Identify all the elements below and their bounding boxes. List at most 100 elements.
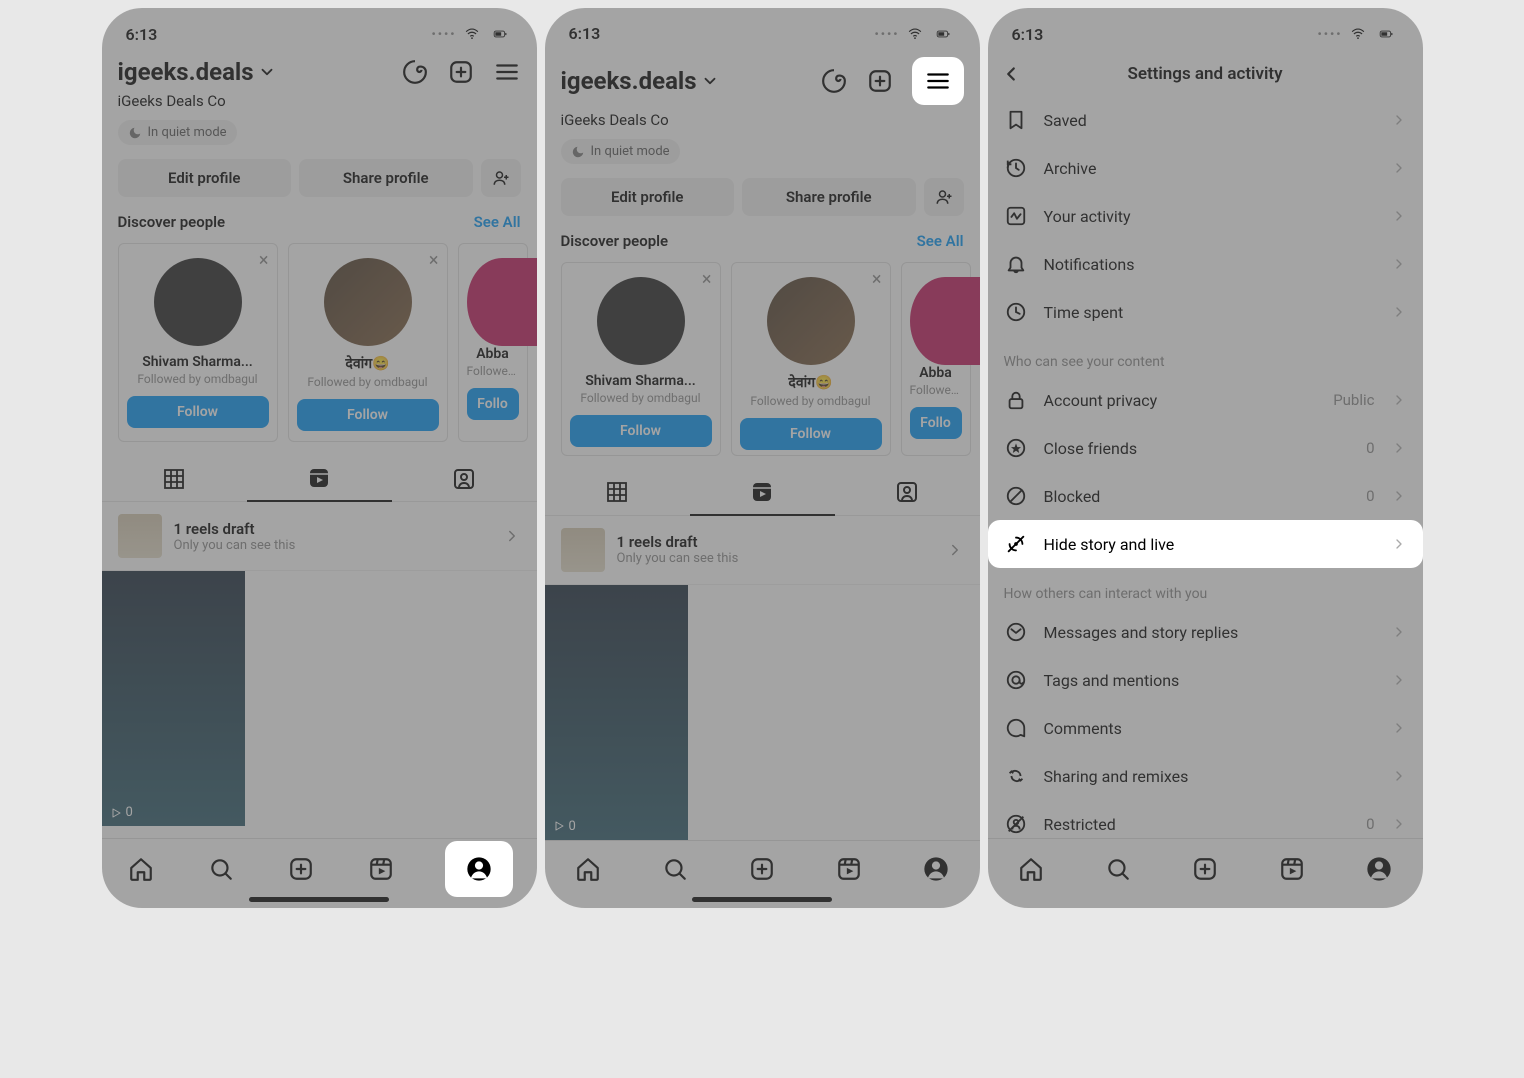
nav-create[interactable] [746, 853, 778, 885]
nav-search[interactable] [659, 853, 691, 885]
draft-title: 1 reels draft [174, 520, 296, 538]
close-icon[interactable]: × [702, 269, 712, 290]
settings-item-time-spent[interactable]: Time spent [988, 288, 1423, 336]
play-icon [110, 807, 122, 819]
nav-reels[interactable] [365, 853, 397, 885]
person-card[interactable]: × देवांग😄 Followed by omdbagul Follow [731, 262, 891, 455]
settings-item-close-friends[interactable]: Close friends0 [988, 424, 1423, 472]
settings-item-label: Restricted [1044, 815, 1351, 834]
nav-create[interactable] [285, 853, 317, 885]
nav-profile[interactable] [920, 853, 952, 885]
person-card[interactable]: × Shivam Sharma... Followed by omdbagul … [118, 243, 278, 442]
people-scroller[interactable]: × Shivam Sharma... Followed by omdbagul … [102, 237, 537, 442]
threads-icon[interactable] [820, 67, 848, 95]
person-card[interactable]: Abba Followed by omdba Follo [458, 243, 528, 442]
settings-item-restricted[interactable]: Restricted0 [988, 800, 1423, 838]
nav-reels[interactable] [1276, 853, 1308, 885]
chevron-right-icon [1391, 720, 1407, 736]
search-icon [208, 856, 234, 882]
share-profile-button[interactable]: Share profile [299, 159, 473, 197]
reel-item[interactable]: 0 [102, 571, 245, 826]
nav-home[interactable] [125, 853, 157, 885]
follow-button[interactable]: Follo [910, 407, 962, 439]
nav-home[interactable] [1015, 853, 1047, 885]
hamburger-icon [925, 68, 951, 94]
tab-grid[interactable] [102, 456, 247, 502]
status-time: 6:13 [126, 25, 158, 44]
tab-tagged[interactable] [835, 470, 980, 516]
tab-reels[interactable] [247, 456, 392, 502]
content-tabs [545, 470, 980, 516]
display-name: iGeeks Deals Co [561, 111, 964, 129]
nav-create[interactable] [1189, 853, 1221, 885]
nav-profile[interactable] [445, 841, 513, 897]
follow-button[interactable]: Follow [570, 415, 712, 447]
people-scroller[interactable]: × Shivam Sharma... Followed by omdbagul … [545, 256, 980, 455]
settings-item-blocked[interactable]: Blocked0 [988, 472, 1423, 520]
settings-item-label: Sharing and remixes [1044, 767, 1375, 786]
edit-profile-button[interactable]: Edit profile [561, 178, 735, 216]
settings-item-sharing-and-remixes[interactable]: Sharing and remixes [988, 752, 1423, 800]
follow-button[interactable]: Follo [467, 388, 519, 420]
back-button[interactable] [1000, 63, 1022, 85]
person-card[interactable]: × देवांग😄 Followed by omdbagul Follow [288, 243, 448, 442]
quiet-mode-chip[interactable]: In quiet mode [118, 120, 237, 145]
close-icon[interactable]: × [259, 250, 269, 271]
tab-grid[interactable] [545, 470, 690, 516]
username-switcher[interactable]: igeeks.deals [561, 67, 719, 95]
settings-item-tags-and-mentions[interactable]: Tags and mentions [988, 656, 1423, 704]
person-card[interactable]: × Shivam Sharma... Followed by omdbagul … [561, 262, 721, 455]
section-header: How others can interact with you [988, 568, 1423, 608]
menu-button[interactable] [493, 58, 521, 86]
draft-thumbnail [561, 528, 605, 572]
follow-button[interactable]: Follow [740, 418, 882, 450]
quiet-mode-chip[interactable]: In quiet mode [561, 139, 680, 164]
settings-item-hide-story-and-live[interactable]: Hide story and live [988, 520, 1423, 568]
search-icon [1105, 856, 1131, 882]
edit-profile-button[interactable]: Edit profile [118, 159, 292, 197]
nav-search[interactable] [205, 853, 237, 885]
chevron-right-icon [946, 541, 964, 559]
wifi-icon [463, 27, 481, 41]
nav-reels[interactable] [833, 853, 865, 885]
drafts-row[interactable]: 1 reels draft Only you can see this [102, 502, 537, 571]
settings-item-messages-and-story-replies[interactable]: Messages and story replies [988, 608, 1423, 656]
nav-search[interactable] [1102, 853, 1134, 885]
see-all-link[interactable]: See All [474, 213, 521, 231]
tab-reels[interactable] [690, 470, 835, 516]
settings-item-your-activity[interactable]: Your activity [988, 192, 1423, 240]
create-button[interactable] [447, 58, 475, 86]
share-profile-button[interactable]: Share profile [742, 178, 916, 216]
settings-item-saved[interactable]: Saved [988, 96, 1423, 144]
message-icon [1004, 620, 1028, 644]
settings-item-archive[interactable]: Archive [988, 144, 1423, 192]
settings-item-label: Archive [1044, 159, 1375, 178]
settings-header: Settings and activity [988, 52, 1423, 96]
settings-item-value: 0 [1366, 439, 1374, 457]
settings-list[interactable]: Saved Archive Your activityNotificationsTi… [988, 96, 1423, 838]
discover-people-button[interactable] [924, 178, 964, 216]
nav-profile[interactable] [1363, 853, 1395, 885]
username-switcher[interactable]: igeeks.deals [118, 58, 276, 86]
settings-item-account-privacy[interactable]: Account privacyPublic [988, 376, 1423, 424]
plus-square-icon [1192, 856, 1218, 882]
person-sub: Followed by omdbagul [297, 375, 439, 389]
reels-icon [368, 856, 394, 882]
discover-people-button[interactable] [481, 159, 521, 197]
nav-home[interactable] [572, 853, 604, 885]
follow-button[interactable]: Follow [127, 396, 269, 428]
tab-tagged[interactable] [392, 456, 537, 502]
see-all-link[interactable]: See All [917, 232, 964, 250]
reel-item[interactable]: 0 [545, 585, 688, 840]
create-button[interactable] [866, 67, 894, 95]
settings-item-comments[interactable]: Comments [988, 704, 1423, 752]
menu-button[interactable] [912, 57, 964, 105]
follow-button[interactable]: Follow [297, 399, 439, 431]
drafts-row[interactable]: 1 reels draft Only you can see this [545, 516, 980, 585]
close-icon[interactable]: × [429, 250, 439, 271]
person-card[interactable]: Abba Followed by omdba Follo [901, 262, 971, 455]
clock-icon [1004, 300, 1028, 324]
close-icon[interactable]: × [872, 269, 882, 290]
threads-icon[interactable] [401, 58, 429, 86]
settings-item-notifications[interactable]: Notifications [988, 240, 1423, 288]
